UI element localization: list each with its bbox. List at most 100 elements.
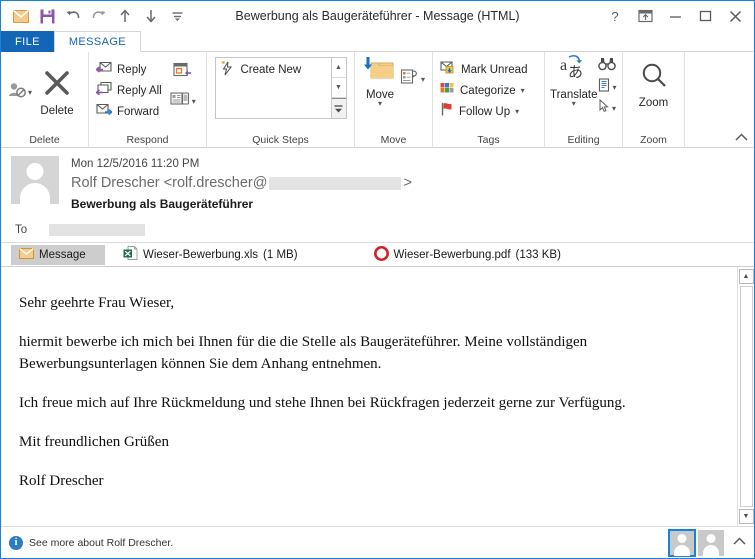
related-caret[interactable]: ▾ xyxy=(613,83,617,92)
avatar-body-shape xyxy=(20,183,50,204)
meeting-icon[interactable] xyxy=(173,61,192,83)
scroll-down-button[interactable]: ▼ xyxy=(738,509,754,524)
to-value-redaction[interactable] xyxy=(49,224,145,236)
ribbon-group-editing: aあ Translate ▾ ▾ ▾ Editing xyxy=(545,52,623,148)
ribbon-tabs: FILE MESSAGE xyxy=(1,31,754,52)
thumb-head-shape xyxy=(706,533,716,543)
envelope-small-icon xyxy=(19,247,34,262)
move-button[interactable]: Move ▾ xyxy=(360,54,400,109)
attachment-name-pdf: Wieser-Bewerbung.pdf xyxy=(393,248,511,261)
message-header: Mon 12/5/2016 11:20 PM Rolf Drescher <ro… xyxy=(1,148,754,243)
body-paragraph-2: hiermit bewerbe ich mich bei Ihnen für d… xyxy=(19,334,588,372)
categorize-caret[interactable]: ▾ xyxy=(521,86,525,95)
translate-button[interactable]: aあ Translate ▾ xyxy=(550,54,598,108)
people-pane-thumb-2[interactable] xyxy=(698,529,724,556)
tab-message[interactable]: MESSAGE xyxy=(53,31,142,52)
body-scrollbar[interactable]: ▲ ▼ xyxy=(737,267,754,526)
move-folder-icon xyxy=(364,56,396,87)
customize-qat-icon[interactable] xyxy=(165,5,189,27)
forward-button[interactable]: Forward xyxy=(94,101,164,122)
quick-step-lightning-icon xyxy=(220,61,235,79)
scroll-up-button[interactable]: ▲ xyxy=(738,269,754,284)
more-respond-icon[interactable] xyxy=(170,91,190,112)
redo-icon[interactable] xyxy=(87,5,111,27)
quick-steps-more[interactable] xyxy=(331,98,346,118)
sender-address-redaction xyxy=(269,176,402,190)
categorize-button[interactable]: Categorize ▾ xyxy=(438,80,529,101)
tab-file[interactable]: FILE xyxy=(1,31,54,52)
expand-people-pane-caret[interactable] xyxy=(733,536,746,549)
info-icon: i xyxy=(9,535,23,550)
quick-step-create-new-label: Create New xyxy=(240,64,302,76)
delete-button[interactable]: Delete xyxy=(34,66,80,119)
quick-steps-scroll-down[interactable]: ▼ xyxy=(331,78,346,98)
follow-up-caret[interactable]: ▾ xyxy=(515,107,519,116)
status-text[interactable]: See more about Rolf Drescher. xyxy=(29,537,173,549)
message-date: Mon 12/5/2016 11:20 PM xyxy=(71,158,200,170)
reply-button[interactable]: Reply xyxy=(94,59,164,80)
attachment-size-xls: (1 MB) xyxy=(263,248,298,261)
group-label-move: Move xyxy=(380,134,407,146)
forward-icon xyxy=(96,102,114,121)
undo-icon[interactable] xyxy=(61,5,85,27)
translate-caret[interactable]: ▾ xyxy=(572,100,576,108)
envelope-icon[interactable] xyxy=(9,5,33,27)
zoom-button[interactable]: Zoom xyxy=(631,60,677,111)
previous-item-icon[interactable] xyxy=(113,5,137,27)
maximize-button[interactable] xyxy=(690,3,720,29)
zoom-label: Zoom xyxy=(638,97,669,109)
body-paragraph-3: Ich freue mich auf Ihre Rückmeldung und … xyxy=(19,394,626,411)
group-label-delete: Delete xyxy=(29,134,60,146)
group-label-tags: Tags xyxy=(477,134,500,146)
pdf-file-icon xyxy=(373,245,389,264)
ignore-person-icon[interactable] xyxy=(8,81,28,104)
select-caret[interactable]: ▾ xyxy=(612,104,616,113)
minimize-button[interactable] xyxy=(660,3,690,29)
close-button[interactable] xyxy=(720,3,750,29)
mark-unread-button[interactable]: Mark Unread xyxy=(438,59,529,80)
reply-label: Reply xyxy=(117,63,147,76)
attachment-item-pdf[interactable]: Wieser-Bewerbung.pdf (133 KB) xyxy=(366,245,569,265)
binoculars-icon[interactable] xyxy=(598,56,616,76)
help-button[interactable]: ? xyxy=(600,3,630,29)
quick-steps-scroll-up[interactable]: ▲ xyxy=(331,58,346,78)
attachment-item-xls[interactable]: Wieser-Bewerbung.xls (1 MB) xyxy=(115,245,306,265)
rules-dropdown-caret[interactable]: ▾ xyxy=(421,75,425,84)
ignore-dropdown-caret[interactable]: ▾ xyxy=(28,88,32,97)
message-body-text[interactable]: Sehr geehrte Frau Wieser, hiermit bewerb… xyxy=(1,267,737,526)
move-dropdown-caret[interactable]: ▾ xyxy=(378,100,382,108)
excel-file-icon xyxy=(123,246,138,263)
follow-up-button[interactable]: Follow Up ▾ xyxy=(438,101,529,122)
ribbon-display-options-icon[interactable] xyxy=(630,3,660,29)
thumb-head-shape xyxy=(677,533,687,543)
reply-all-button[interactable]: Reply All xyxy=(94,80,164,101)
people-pane-thumb-1[interactable] xyxy=(668,528,696,557)
recipient-row: To xyxy=(1,218,754,243)
forward-label: Forward xyxy=(117,105,160,118)
quick-steps-scrollbar[interactable]: ▲ ▼ xyxy=(330,58,346,118)
translate-icon: aあ xyxy=(559,54,589,87)
people-pane-thumbs xyxy=(668,528,748,557)
rules-icon[interactable] xyxy=(400,68,419,90)
select-cursor-icon[interactable] xyxy=(598,98,610,118)
scrollbar-track[interactable] xyxy=(739,286,753,507)
ribbon-group-move: Move ▾ ▾ Move xyxy=(355,52,433,148)
related-document-icon[interactable] xyxy=(598,78,611,97)
save-icon[interactable] xyxy=(35,5,59,27)
categorize-label: Categorize xyxy=(460,84,516,97)
group-label-quick-steps: Quick Steps xyxy=(252,134,309,146)
quick-step-create-new[interactable]: Create New xyxy=(220,61,327,79)
attachment-size-pdf: (133 KB) xyxy=(515,248,561,261)
collapse-ribbon-button[interactable] xyxy=(735,133,748,145)
body-paragraph-1: Sehr geehrte Frau Wieser, xyxy=(19,295,175,311)
message-tab-button[interactable]: Message xyxy=(11,244,105,265)
attachment-bar: Message Wieser-Bewerbung.xls (1 MB) Wies… xyxy=(1,243,754,267)
mark-unread-label: Mark Unread xyxy=(461,63,528,76)
more-respond-caret[interactable]: ▾ xyxy=(192,97,196,106)
message-subject: Bewerbung als Baugeräteführer xyxy=(71,197,254,211)
delete-label: Delete xyxy=(40,104,74,117)
next-item-icon[interactable] xyxy=(139,5,163,27)
quick-steps-gallery[interactable]: Create New ▲ ▼ xyxy=(214,57,347,119)
sender-avatar[interactable] xyxy=(11,156,59,204)
ribbon-group-quick-steps: Create New ▲ ▼ Quick Steps xyxy=(207,52,355,148)
